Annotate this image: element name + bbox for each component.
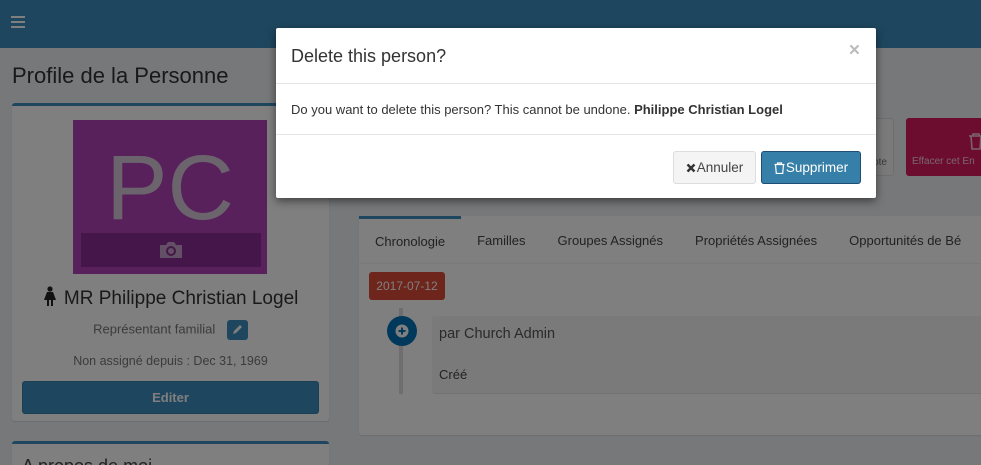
delete-person-dialog: Delete this person? × Do you want to del… (276, 28, 876, 198)
confirm-delete-button[interactable]: Supprimer (761, 151, 861, 184)
confirm-delete-label: Supprimer (785, 160, 849, 175)
modal-body: Do you want to delete this person? This … (291, 102, 783, 117)
modal-person-name: Philippe Christian Logel (634, 102, 783, 117)
times-icon (686, 163, 696, 172)
modal-message: Do you want to delete this person? This … (291, 102, 631, 117)
modal-footer: Annuler Supprimer (276, 134, 876, 198)
cancel-label: Annuler (696, 160, 744, 175)
modal-header: Delete this person? × (276, 28, 876, 84)
trash-icon (774, 161, 785, 174)
cancel-button[interactable]: Annuler (673, 151, 756, 184)
modal-title: Delete this person? (291, 46, 447, 66)
close-icon[interactable]: × (849, 41, 860, 60)
